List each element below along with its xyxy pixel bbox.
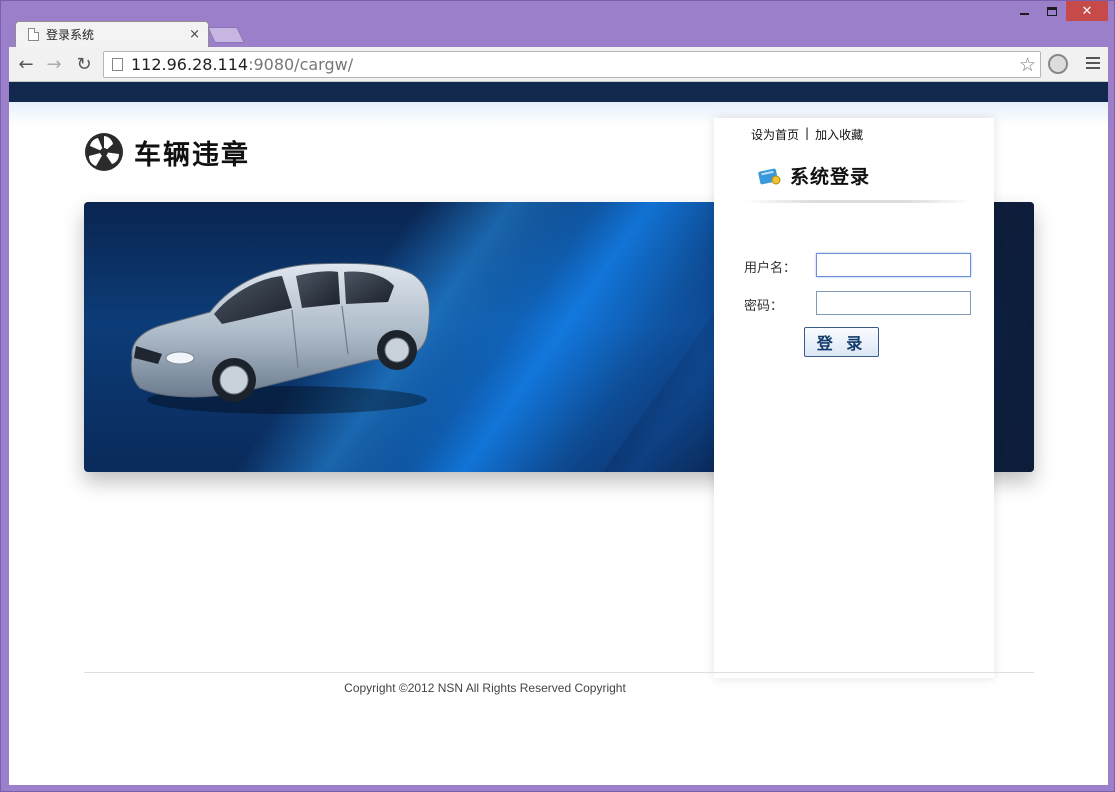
site-name: 车辆违章 (134, 139, 250, 171)
copyright-text: Copyright ©2012 NSN All Rights Reserved … (344, 681, 626, 695)
back-arrow-icon[interactable]: ← (15, 53, 37, 75)
window-controls: ✕ (1010, 1, 1108, 23)
close-window-button[interactable]: ✕ (1066, 1, 1108, 21)
reload-icon[interactable]: ↻ (73, 53, 95, 75)
car-illustration (130, 262, 430, 414)
top-bar (9, 82, 1108, 102)
minimize-icon (1019, 13, 1029, 15)
maximize-icon (1047, 6, 1057, 16)
add-favorite-link[interactable]: 加入收藏 (815, 126, 863, 143)
footer: Copyright ©2012 NSN All Rights Reserved … (84, 681, 1034, 695)
footer-divider (84, 672, 1034, 673)
extension-icon[interactable] (1048, 54, 1068, 74)
new-tab-button[interactable] (207, 27, 245, 43)
browser-tab[interactable]: 登录系统 × (15, 21, 209, 47)
page-viewport: 车辆违章 设为首页 | 加入收藏 系统登录 用户名： 密码： 登 录 Copyr… (9, 82, 1108, 785)
set-homepage-link[interactable]: 设为首页 (751, 126, 799, 143)
heading-divider (744, 200, 974, 203)
site-logo: 车辆违章 (84, 132, 250, 172)
password-label: 密码： (744, 299, 784, 314)
pinwheel-logo-icon (85, 133, 123, 171)
login-panel: 设为首页 | 加入收藏 系统登录 用户名： 密码： 登 录 (714, 118, 994, 678)
forward-arrow-icon[interactable]: → (43, 53, 65, 75)
page-icon (112, 58, 123, 71)
login-title: 系统登录 (790, 166, 871, 188)
login-heading: 系统登录 (758, 162, 870, 189)
minimize-button[interactable] (1010, 1, 1038, 21)
password-input[interactable] (816, 291, 971, 315)
menu-icon[interactable] (1086, 57, 1100, 69)
maximize-button[interactable] (1038, 1, 1066, 21)
login-button[interactable]: 登 录 (804, 327, 879, 357)
top-links: 设为首页 | 加入收藏 (751, 126, 863, 143)
username-label: 用户名： (744, 261, 797, 276)
tab-close-icon[interactable]: × (189, 27, 200, 42)
page-icon (28, 28, 39, 41)
address-bar[interactable]: 112.96.28.114:9080/cargw/ ☆ (103, 51, 1041, 78)
close-icon: ✕ (1081, 3, 1093, 19)
link-separator: | (805, 126, 810, 140)
browser-window: ✕ 登录系统 × ← → ↻ 112.96.28.114:9080/cargw/… (0, 0, 1115, 792)
tab-title: 登录系统 (46, 28, 95, 42)
browser-toolbar: ← → ↻ 112.96.28.114:9080/cargw/ ☆ (9, 47, 1108, 82)
url-text: 112.96.28.114:9080/cargw/ (131, 55, 354, 74)
bookmark-star-icon[interactable]: ☆ (1019, 54, 1036, 76)
login-card-icon (758, 168, 781, 184)
username-input[interactable] (816, 253, 971, 277)
